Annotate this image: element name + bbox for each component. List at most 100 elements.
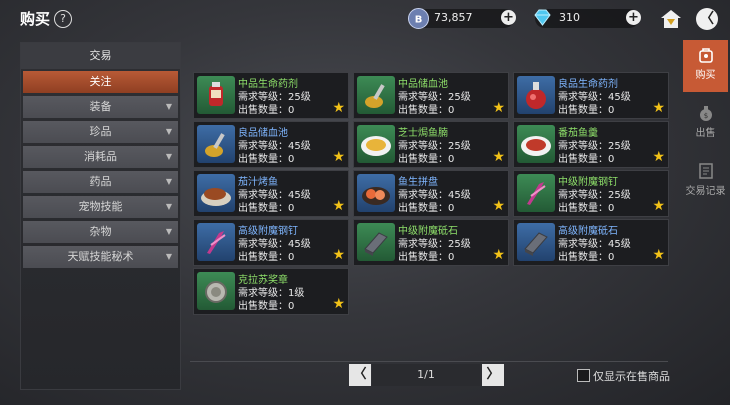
favorite-star-icon[interactable]: ★ bbox=[332, 149, 345, 165]
item-card[interactable]: 克拉苏奖章 需求等级：1级 出售数量：0 ★ bbox=[193, 268, 349, 315]
item-card[interactable]: 中级附魔钢钉 需求等级：25级 出售数量：0 ★ bbox=[513, 170, 669, 217]
favorite-star-icon[interactable]: ★ bbox=[652, 247, 665, 263]
favorite-star-icon[interactable]: ★ bbox=[492, 149, 505, 165]
item-card[interactable]: 番茄鱼羹 需求等级：25级 出售数量：0 ★ bbox=[513, 121, 669, 168]
favorite-star-icon[interactable]: ★ bbox=[492, 247, 505, 263]
sidebar-item-label: 关注 bbox=[89, 75, 112, 88]
sidebar-item-follow[interactable]: 关注 bbox=[23, 71, 178, 93]
sidebar-item-misc[interactable]: 杂物 ▼ bbox=[23, 221, 178, 243]
help-icon[interactable]: ? bbox=[54, 10, 72, 28]
item-card[interactable]: 良品储血池 需求等级：45级 出售数量：0 ★ bbox=[193, 121, 349, 168]
item-card[interactable]: 良品生命药剂 需求等级：45级 出售数量：0 ★ bbox=[513, 72, 669, 119]
favorite-star-icon[interactable]: ★ bbox=[652, 149, 665, 165]
item-card[interactable]: 高级附魔钢钉 需求等级：45级 出售数量：0 ★ bbox=[193, 219, 349, 266]
tab-sell[interactable]: $ 出售 bbox=[683, 98, 728, 146]
on-sale-only-checkbox[interactable] bbox=[577, 369, 590, 382]
add-gems-button[interactable]: + bbox=[626, 10, 641, 25]
sidebar-item-label: 装备 bbox=[89, 100, 112, 113]
back-button[interactable]: 〈 bbox=[696, 8, 718, 30]
sidebar-item-equipment[interactable]: 装备 ▼ bbox=[23, 96, 178, 118]
sidebar-header: 交易 bbox=[21, 43, 180, 69]
sidebar-item-medicine[interactable]: 药品 ▼ bbox=[23, 171, 178, 193]
item-sold-count: 出售数量：0 bbox=[558, 105, 615, 116]
item-sold-count: 出售数量：0 bbox=[558, 203, 615, 214]
food-plate-icon bbox=[357, 125, 395, 163]
favorite-star-icon[interactable]: ★ bbox=[332, 296, 345, 312]
item-sold-count: 出售数量：0 bbox=[398, 203, 455, 214]
item-card[interactable]: 中品生命药剂 需求等级：25级 出售数量：0 ★ bbox=[193, 72, 349, 119]
item-sold-count: 出售数量：0 bbox=[238, 301, 295, 312]
dropdown-arrow-icon: ▼ bbox=[165, 252, 172, 261]
sidebar-item-consumables[interactable]: 消耗品 ▼ bbox=[23, 146, 178, 168]
item-card[interactable]: 鱼生拼盘 需求等级：45级 出售数量：0 ★ bbox=[353, 170, 509, 217]
medal-icon bbox=[197, 272, 235, 310]
dropdown-arrow-icon: ▼ bbox=[165, 202, 172, 211]
svg-text:$: $ bbox=[703, 112, 707, 120]
blood-pool-icon bbox=[357, 76, 395, 114]
item-card[interactable]: 中级附魔砥石 需求等级：25级 出售数量：0 ★ bbox=[353, 219, 509, 266]
item-grid: 中品生命药剂 需求等级：25级 出售数量：0 ★ 中品储血池 需求等级：25级 … bbox=[190, 66, 669, 360]
item-sold-count: 出售数量：0 bbox=[238, 203, 295, 214]
tab-buy[interactable]: 购买 bbox=[683, 40, 728, 92]
sidebar-item-label: 杂物 bbox=[89, 225, 112, 238]
favorite-star-icon[interactable]: ★ bbox=[652, 198, 665, 214]
item-card[interactable]: 中品储血池 需求等级：25级 出售数量：0 ★ bbox=[353, 72, 509, 119]
sidebar-item-label: 天赋技能秘术 bbox=[67, 250, 134, 263]
item-sold-count: 出售数量：0 bbox=[558, 252, 615, 263]
item-sold-count: 出售数量：0 bbox=[398, 105, 455, 116]
svg-text:B: B bbox=[415, 15, 423, 26]
sidebar-item-label: 药品 bbox=[89, 175, 112, 188]
sidebar-item-treasures[interactable]: 珍品 ▼ bbox=[23, 121, 178, 143]
item-card[interactable]: 芝士焗鱼腩 需求等级：25级 出售数量：0 ★ bbox=[353, 121, 509, 168]
sidebar-item-talent-secrets[interactable]: 天赋技能秘术 ▼ bbox=[23, 246, 178, 268]
page-indicator: 1/1 bbox=[372, 364, 480, 386]
dropdown-arrow-icon: ▼ bbox=[165, 227, 172, 236]
item-sold-count: 出售数量：0 bbox=[238, 252, 295, 263]
on-sale-only-label[interactable]: 仅显示在售商品 bbox=[593, 368, 670, 384]
favorite-star-icon[interactable]: ★ bbox=[652, 100, 665, 116]
add-coins-button[interactable]: + bbox=[501, 10, 516, 25]
sashimi-platter-icon bbox=[357, 174, 395, 212]
record-icon bbox=[697, 162, 715, 180]
favorite-star-icon[interactable]: ★ bbox=[332, 247, 345, 263]
gem-amount: 310 bbox=[559, 11, 580, 24]
sidebar-item-label: 珍品 bbox=[89, 125, 112, 138]
item-card[interactable]: 茄汁烤鱼 需求等级：45级 出售数量：0 ★ bbox=[193, 170, 349, 217]
favorite-star-icon[interactable]: ★ bbox=[492, 100, 505, 116]
tab-trade-record-label: 交易记录 bbox=[685, 186, 726, 197]
item-sold-count: 出售数量：0 bbox=[398, 252, 455, 263]
prev-page-button[interactable]: 〈 bbox=[349, 364, 371, 386]
category-sidebar: 交易 关注 装备 ▼ 珍品 ▼ 消耗品 ▼ 药品 ▼ 宠物技能 ▼ 杂物 ▼ 天… bbox=[20, 42, 181, 390]
favorite-star-icon[interactable]: ★ bbox=[332, 198, 345, 214]
sidebar-item-pet-skills[interactable]: 宠物技能 ▼ bbox=[23, 196, 178, 218]
dropdown-arrow-icon: ▼ bbox=[165, 177, 172, 186]
potion-icon bbox=[517, 76, 555, 114]
enchant-nail-icon bbox=[517, 174, 555, 212]
item-sold-count: 出售数量：0 bbox=[238, 105, 295, 116]
grilled-fish-icon bbox=[197, 174, 235, 212]
coin-balance: B 73,857 + bbox=[408, 8, 516, 29]
enchant-nail-icon bbox=[197, 223, 235, 261]
sidebar-item-label: 消耗品 bbox=[84, 150, 117, 163]
tab-buy-label: 购买 bbox=[695, 70, 716, 81]
favorite-star-icon[interactable]: ★ bbox=[332, 100, 345, 116]
footer-divider bbox=[190, 361, 668, 362]
favorite-star-icon[interactable]: ★ bbox=[492, 198, 505, 214]
item-card[interactable]: 高级附魔砥石 需求等级：45级 出售数量：0 ★ bbox=[513, 219, 669, 266]
item-sold-count: 出售数量：0 bbox=[558, 154, 615, 165]
dropdown-arrow-icon: ▼ bbox=[165, 152, 172, 161]
coin-amount: 73,857 bbox=[434, 11, 473, 24]
money-bag-icon: $ bbox=[697, 104, 715, 122]
whetstone-icon bbox=[517, 223, 555, 261]
dropdown-arrow-icon: ▼ bbox=[165, 102, 172, 111]
potion-icon bbox=[197, 76, 235, 114]
tab-sell-label: 出售 bbox=[695, 128, 716, 139]
home-icon[interactable] bbox=[660, 8, 682, 30]
diamond-icon bbox=[533, 8, 552, 27]
next-page-button[interactable]: 〉 bbox=[482, 364, 504, 386]
soup-bowl-icon bbox=[517, 125, 555, 163]
tab-trade-record[interactable]: 交易记录 bbox=[683, 156, 728, 206]
dropdown-arrow-icon: ▼ bbox=[165, 127, 172, 136]
sidebar-item-label: 宠物技能 bbox=[78, 200, 123, 213]
top-bar: 购买 ? B 73,857 + 310 + 〈 bbox=[0, 0, 730, 38]
